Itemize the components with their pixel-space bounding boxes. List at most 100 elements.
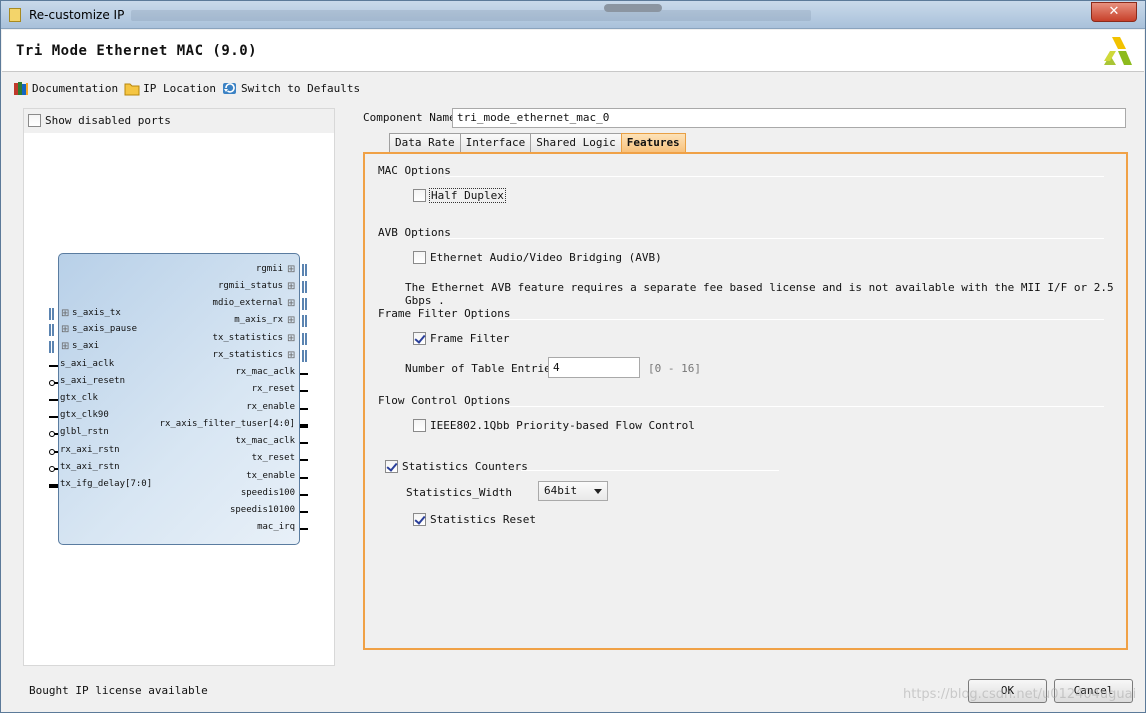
ip-location-label: IP Location <box>143 81 216 95</box>
avb-option[interactable]: Ethernet Audio/Video Bridging (AVB) <box>413 251 662 264</box>
statistics-counters-label: Statistics Counters <box>402 460 528 473</box>
mac-options-title: MAC Options <box>378 164 451 177</box>
expand-plus-icon: ⊞ <box>287 281 296 292</box>
statistics-counters-checkbox[interactable] <box>385 460 398 473</box>
pfc-option[interactable]: IEEE802.1Qbb Priority-based Flow Control <box>413 419 695 432</box>
statistics-reset-checkbox[interactable] <box>413 513 426 526</box>
port-label-m-axis-rx: m_axis_rx <box>234 315 283 325</box>
expand-plus-icon: ⊞ <box>287 333 296 344</box>
flow-control-title: Flow Control Options <box>378 394 511 407</box>
table-entries-range: [0 - 16] <box>648 362 701 375</box>
toolbar: Documentation IP Location Switch to Defa… <box>13 79 360 97</box>
port-pin-right <box>300 477 308 479</box>
switch-defaults-label: Switch to Defaults <box>240 81 361 95</box>
port-label-rx-mac-aclk: rx_mac_aclk <box>235 367 295 377</box>
expand-plus-icon: ⊞ <box>61 341 70 352</box>
tab-data-rate[interactable]: Data Rate <box>389 133 461 153</box>
port-label-tx-statistics: tx_statistics <box>212 333 283 343</box>
ip-app-icon <box>9 8 21 22</box>
avb-options-title: AVB Options <box>378 226 451 239</box>
frame-filter-divider <box>497 319 1104 320</box>
bus-connector-right <box>302 333 308 345</box>
bus-connector-right <box>302 281 308 293</box>
blurred-path <box>131 10 811 21</box>
port-label-rgmii: rgmii <box>255 264 283 274</box>
port-pin-right <box>300 408 308 410</box>
bus-connector-left <box>49 308 55 320</box>
bus-connector-right <box>302 315 308 327</box>
port-label-speedis100: speedis100 <box>240 488 295 498</box>
port-label-tx-ifg-delay-7-0-: tx_ifg_delay[7:0] <box>60 479 153 489</box>
avb-label: Ethernet Audio/Video Bridging (AVB) <box>430 251 662 264</box>
documentation-label: Documentation <box>32 81 119 95</box>
ip-location-button[interactable]: IP Location <box>124 81 216 96</box>
show-disabled-ports-option[interactable]: Show disabled ports <box>28 114 171 127</box>
expand-plus-icon: ⊞ <box>61 324 70 335</box>
component-name-input[interactable]: tri_mode_ethernet_mac_0 <box>452 108 1126 128</box>
tab-interface[interactable]: Interface <box>459 133 532 153</box>
port-label-s-axis-tx: s_axis_tx <box>72 308 121 318</box>
port-label-rx-axis-filter-tuser-4-0-: rx_axis_filter_tuser[4:0] <box>159 419 295 429</box>
title-bar[interactable]: Re-customize IP ✕ <box>1 1 1145 29</box>
frame-filter-option[interactable]: Frame Filter <box>413 332 509 345</box>
port-bus-pin-right <box>300 424 308 428</box>
port-label-mdio-external: mdio_external <box>212 298 283 308</box>
license-status: Bought IP license available <box>29 684 208 697</box>
statistics-reset-option[interactable]: Statistics Reset <box>413 513 536 526</box>
config-tabs: Data Rate Interface Shared Logic Feature… <box>389 133 686 153</box>
port-pin-right <box>300 528 308 530</box>
avb-options-divider <box>445 238 1104 239</box>
avb-checkbox[interactable] <box>413 251 426 264</box>
switch-defaults-button[interactable]: Switch to Defaults <box>222 81 360 96</box>
show-disabled-ports-label: Show disabled ports <box>45 114 171 127</box>
port-pin-right <box>300 373 308 375</box>
statistics-width-select[interactable]: 64bit <box>538 481 608 501</box>
statistics-width-label: Statistics_Width <box>406 486 512 499</box>
frame-filter-title: Frame Filter Options <box>378 307 511 320</box>
active-low-pin-icon <box>49 466 55 472</box>
tab-shared-logic[interactable]: Shared Logic <box>530 133 622 153</box>
component-name-label: Component Name <box>363 111 456 124</box>
active-low-pin-icon <box>49 431 55 437</box>
show-disabled-ports-checkbox[interactable] <box>28 114 41 127</box>
expand-plus-icon: ⊞ <box>61 308 70 319</box>
active-low-pin-icon <box>49 449 55 455</box>
port-pin-left <box>49 399 58 401</box>
statistics-width-value: 64bit <box>544 484 578 497</box>
documentation-button[interactable]: Documentation <box>13 81 118 96</box>
books-icon <box>14 81 28 95</box>
half-duplex-option[interactable]: Half Duplex <box>413 188 506 203</box>
statistics-divider <box>521 470 779 471</box>
tab-features[interactable]: Features <box>620 133 686 153</box>
features-panel: MAC Options Half Duplex AVB Options Ethe… <box>363 152 1128 650</box>
pfc-checkbox[interactable] <box>413 419 426 432</box>
table-entries-label: Number of Table Entries <box>405 362 558 375</box>
recustomize-ip-window: Re-customize IP ✕ Tri Mode Ethernet MAC … <box>0 0 1146 713</box>
ip-header: Tri Mode Ethernet MAC (9.0) <box>2 30 1144 72</box>
port-pin-right <box>300 390 308 392</box>
active-low-pin-icon <box>49 380 55 386</box>
bus-connector-right <box>302 350 308 362</box>
half-duplex-label: Half Duplex <box>429 188 506 203</box>
port-pin-right <box>300 459 308 461</box>
port-label-rx-axi-rstn: rx_axi_rstn <box>60 445 120 455</box>
port-label-tx-mac-aclk: tx_mac_aclk <box>235 436 295 446</box>
port-label-gtx-clk90: gtx_clk90 <box>60 410 109 420</box>
bus-connector-left <box>49 324 55 336</box>
table-entries-input[interactable]: 4 <box>548 357 640 378</box>
port-bus-pin-left <box>49 484 58 488</box>
flow-control-divider <box>501 406 1104 407</box>
port-label-glbl-rstn: glbl_rstn <box>60 427 109 437</box>
port-label-rx-enable: rx_enable <box>246 402 295 412</box>
half-duplex-checkbox[interactable] <box>413 189 426 202</box>
symbol-options-bar: Show disabled ports <box>24 109 334 133</box>
pfc-label: IEEE802.1Qbb Priority-based Flow Control <box>430 419 695 432</box>
port-label-s-axi-resetn: s_axi_resetn <box>60 376 126 386</box>
statistics-counters-option[interactable]: Statistics Counters <box>385 460 528 473</box>
frame-filter-checkbox[interactable] <box>413 332 426 345</box>
port-pin-left <box>49 365 58 367</box>
port-pin-left <box>49 416 58 418</box>
close-button[interactable]: ✕ <box>1091 2 1137 22</box>
bus-connector-left <box>49 341 55 353</box>
expand-plus-icon: ⊞ <box>287 264 296 275</box>
